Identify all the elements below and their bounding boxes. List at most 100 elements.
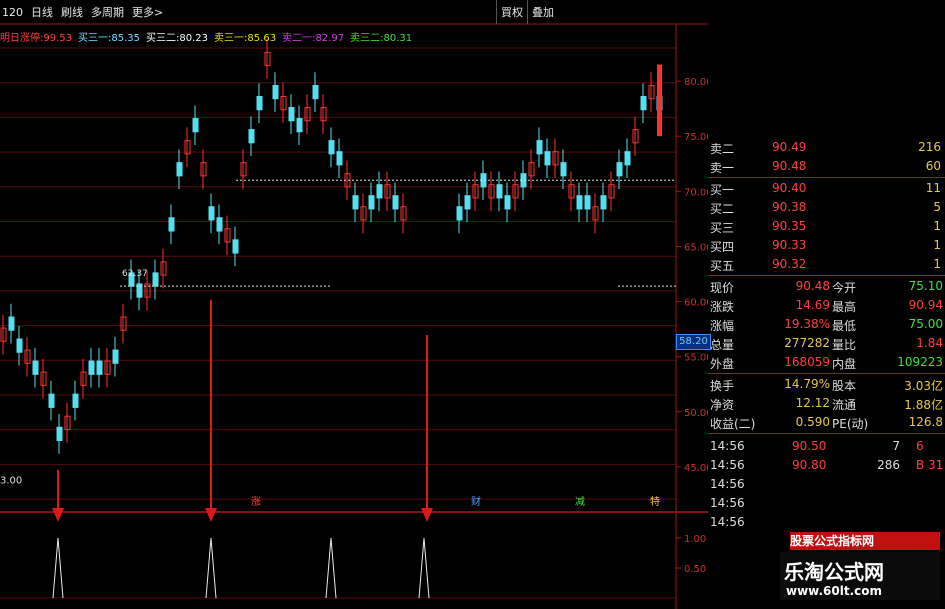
candle-body-limit-up <box>657 64 662 137</box>
panel-separator <box>708 177 945 178</box>
tick-time: 14:56 <box>710 515 745 529</box>
tick-time: 14:56 <box>710 496 745 510</box>
candle-body <box>312 84 319 100</box>
stat-value: 75.00 <box>908 317 943 331</box>
candle-body <box>192 118 199 133</box>
tick-volume: 286 <box>877 458 900 472</box>
candle-body <box>72 393 79 408</box>
ask-row[interactable]: 卖一 90.48 60 <box>708 157 945 176</box>
panel-separator <box>708 433 945 434</box>
level-low-label: 3.00 <box>0 476 22 487</box>
bid-volume: 5 <box>933 200 941 214</box>
candle-body <box>176 162 183 177</box>
candle-body <box>336 151 343 166</box>
bid-label: 买四 <box>710 240 735 254</box>
bid-row[interactable]: 买二 90.38 5 <box>708 198 945 217</box>
candle-body <box>576 195 583 210</box>
stat-row[interactable]: 总量 277282 量比 1.84 <box>708 334 945 353</box>
overlay-button[interactable]: 叠加 <box>527 0 558 24</box>
stat-label: PE(动) <box>832 417 869 431</box>
candle-body <box>560 162 567 177</box>
candle-body <box>232 239 239 254</box>
bid-label: 买一 <box>710 183 735 197</box>
stat-label: 最高 <box>832 300 857 314</box>
bid-volume: 11 <box>925 181 941 195</box>
stat-label: 现价 <box>710 281 735 295</box>
bid-row[interactable]: 买四 90.33 1 <box>708 236 945 255</box>
legend-value: 85.35 <box>111 33 141 44</box>
ask-label: 卖一 <box>710 161 735 175</box>
more-menu[interactable]: 更多> <box>132 4 163 20</box>
bid-volume: 1 <box>933 257 941 271</box>
daily-tab[interactable]: 日线 <box>31 4 53 20</box>
legend-label: 明日涨停 <box>0 33 40 44</box>
candle-body <box>640 96 647 111</box>
signal-spike <box>52 537 64 599</box>
stat-row[interactable]: 涨幅 19.38% 最低 75.00 <box>708 315 945 334</box>
stat-value: 1.88亿 <box>904 398 943 412</box>
period-code[interactable]: 120 <box>2 6 23 19</box>
stat-row[interactable]: 现价 90.48 今开 75.10 <box>708 277 945 296</box>
candle-body <box>544 151 551 166</box>
tick-row[interactable]: 14:56 90.80 286 B 31 <box>708 456 945 475</box>
bid-price: 90.40 <box>772 181 807 195</box>
stat-value: 168059 <box>784 355 830 369</box>
tick-row[interactable]: 14:56 <box>708 475 945 494</box>
price-tick-label: 55.00 <box>684 353 708 364</box>
price-chart[interactable]: 80.00 75.00 70.00 65.00 60.00 55.00 50.00 45.00… <box>0 0 708 609</box>
tick-time: 14:56 <box>710 439 745 453</box>
stat-value: 12.12 <box>795 396 830 410</box>
legend-value: 82.97 <box>315 33 345 44</box>
ask-price: 90.49 <box>772 140 807 154</box>
stat-row[interactable]: 外盘 168059 内盘 109223 <box>708 353 945 372</box>
bid-row[interactable]: 买一 90.40 11 <box>708 179 945 198</box>
tick-time: 14:56 <box>710 477 745 491</box>
watermark-banner: 股票公式指标网 <box>790 532 940 550</box>
chart-top-right-buttons: 買权 叠加 <box>496 0 558 24</box>
legend-item: 卖三二:80.31 <box>350 33 413 44</box>
legend-item: 卖二一:82.97 <box>282 33 345 44</box>
indicator-tick-label: 1.00 <box>684 534 706 545</box>
stat-value: 90.94 <box>908 298 943 312</box>
stat-row[interactable]: 净资 12.12 流通 1.88亿 <box>708 394 945 413</box>
candle-body <box>208 206 215 221</box>
legend-item: 明日涨停:99.53 <box>0 33 73 44</box>
stat-value: 14.79% <box>784 377 830 391</box>
bid-price: 90.35 <box>772 219 807 233</box>
legend-item: 买三一:85.35 <box>78 33 141 44</box>
tick-row[interactable]: 14:56 <box>708 494 945 513</box>
tick-row[interactable]: 14:56 <box>708 513 945 532</box>
panel-separator <box>708 275 945 276</box>
stat-value: 3.03亿 <box>904 379 943 393</box>
stat-row[interactable]: 涨跌 14.69 最高 90.94 <box>708 296 945 315</box>
rights-button[interactable]: 買权 <box>496 0 527 24</box>
minute-tab[interactable]: 刷线 <box>61 4 83 20</box>
price-tick-label: 45.00 <box>684 463 708 474</box>
candle-body <box>88 360 95 375</box>
stat-label: 内盘 <box>832 357 857 371</box>
ask-row[interactable]: 卖二 90.49 216 <box>708 138 945 157</box>
candle-body <box>368 195 375 210</box>
stat-label: 外盘 <box>710 357 735 371</box>
bid-volume: 1 <box>933 219 941 233</box>
price-tick-label: 75.00 <box>684 132 708 143</box>
tick-row[interactable]: 14:56 90.50 7 6 <box>708 437 945 456</box>
bid-row[interactable]: 买五 90.32 1 <box>708 255 945 274</box>
stat-row[interactable]: 换手 14.79% 股本 3.03亿 <box>708 375 945 394</box>
candle-body <box>600 195 607 210</box>
legend-label: 买三二 <box>146 33 177 44</box>
bid-price: 90.32 <box>772 257 807 271</box>
multi-cycle-tab[interactable]: 多周期 <box>91 4 124 20</box>
candle-body <box>328 140 335 155</box>
stat-label: 涨跌 <box>710 300 735 314</box>
candle-body <box>152 272 159 287</box>
bid-row[interactable]: 买三 90.35 1 <box>708 217 945 236</box>
candle-body <box>464 195 471 210</box>
candle-body <box>456 206 463 221</box>
ask-volume: 216 <box>918 140 941 154</box>
signal-arrow-head <box>205 508 217 522</box>
candle-body <box>16 338 23 353</box>
candle-body <box>48 393 55 408</box>
chart-toolbar: 120 日线 刷线 多周期 更多> <box>0 0 542 24</box>
stat-row[interactable]: 收益(二) 0.590 PE(动) 126.8 <box>708 413 945 432</box>
